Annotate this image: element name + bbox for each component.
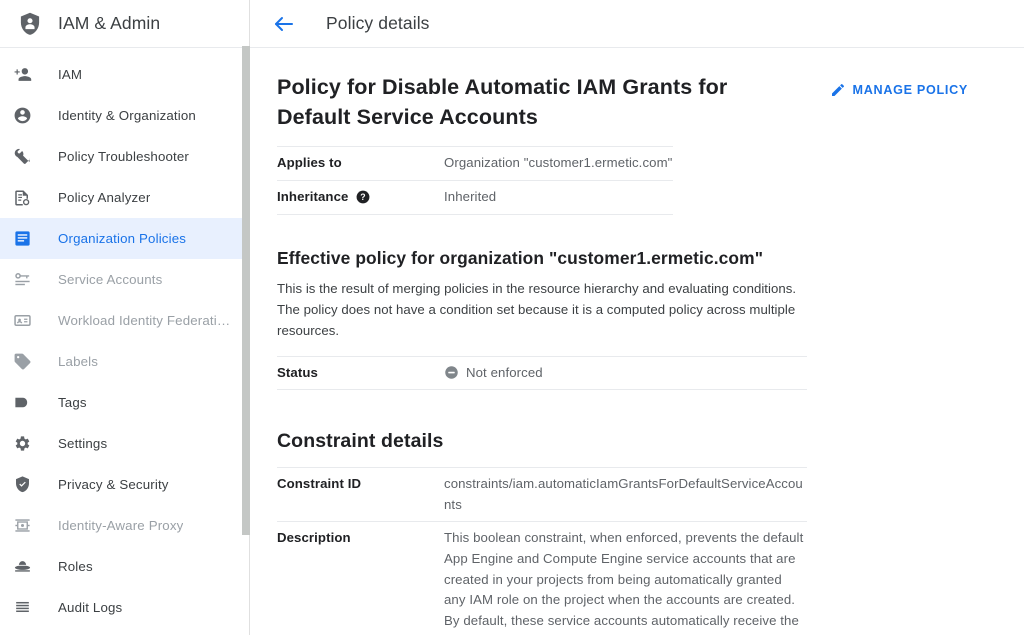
policy-title-row: Policy for Disable Automatic IAM Grants … xyxy=(277,73,1024,132)
row-key: Constraint ID xyxy=(277,476,362,492)
row-key: Inheritance ? xyxy=(277,180,444,214)
sidebar-item-label: Service Accounts xyxy=(58,272,163,287)
sidebar-item-label: Policy Troubleshooter xyxy=(58,149,190,164)
help-circle-icon[interactable]: ? xyxy=(356,190,370,204)
constraint-details-table: Constraint ID constraints/iam.automaticI… xyxy=(277,467,807,635)
document-search-icon xyxy=(13,189,39,207)
sidebar-item-label: Tags xyxy=(58,395,87,410)
app-title: IAM & Admin xyxy=(58,13,161,33)
row-key: Status xyxy=(277,364,318,380)
sidebar-item-workload-identity-federation[interactable]: Workload Identity Federati… xyxy=(0,300,249,341)
content-scroll-area: Policy for Disable Automatic IAM Grants … xyxy=(250,48,1024,635)
sidebar-item-identity-aware-proxy[interactable]: Identity-Aware Proxy xyxy=(0,505,249,546)
sidebar-item-label: Audit Logs xyxy=(58,600,123,615)
sidebar-item-settings[interactable]: Settings xyxy=(0,423,249,464)
sidebar-item-tags[interactable]: Tags xyxy=(0,382,249,423)
row-key: Applies to xyxy=(277,155,342,171)
svg-text:?: ? xyxy=(361,192,366,202)
policy-list-icon xyxy=(13,229,39,248)
sidebar-item-privacy-security[interactable]: Privacy & Security xyxy=(0,464,249,505)
sidebar-item-labels[interactable]: Labels xyxy=(0,341,249,382)
shield-check-icon xyxy=(13,475,39,494)
gear-icon xyxy=(13,434,39,453)
sidebar-item-label: Identity & Organization xyxy=(58,108,196,123)
sidebar-item-identity-organization[interactable]: Identity & Organization xyxy=(0,95,249,136)
effective-policy-description: This is the result of merging policies i… xyxy=(277,280,797,339)
table-row: Applies to Organization "customer1.ermet… xyxy=(277,146,673,181)
sidebar-item-label: Labels xyxy=(58,354,99,369)
shield-person-icon xyxy=(12,11,48,37)
sidebar-item-roles[interactable]: Roles xyxy=(0,546,249,587)
sidebar-item-label: Workload Identity Federati… xyxy=(58,313,231,328)
sidebar-item-label: Policy Analyzer xyxy=(58,190,151,205)
sidebar-item-label: IAM xyxy=(58,67,83,82)
sidebar-item-iam[interactable]: IAM xyxy=(0,54,249,95)
service-account-icon xyxy=(13,270,39,289)
sidebar-nav: IAM Identity & Organization Policy Troub… xyxy=(0,48,249,628)
row-value: Inherited xyxy=(444,188,497,204)
table-row: Inheritance ? Inherited xyxy=(277,180,673,214)
status-badge: Not enforced xyxy=(466,364,543,380)
policy-summary-table: Applies to Organization "customer1.ermet… xyxy=(277,146,673,214)
sidebar-item-organization-policies[interactable]: Organization Policies xyxy=(0,218,249,259)
page-title: Policy details xyxy=(326,13,430,33)
arrow-left-icon[interactable] xyxy=(269,9,299,39)
table-row: Status Not enforced xyxy=(277,356,807,390)
row-value: Organization "customer1.ermetic.com" xyxy=(444,155,673,171)
id-card-icon xyxy=(13,311,39,330)
table-row: Description This boolean constraint, whe… xyxy=(277,521,807,635)
sidebar-item-label: Roles xyxy=(58,559,93,574)
row-key-label: Inheritance xyxy=(277,188,349,204)
manage-policy-button[interactable]: MANAGE POLICY xyxy=(830,82,968,98)
minus-circle-icon xyxy=(444,365,459,380)
row-value: This boolean constraint, when enforced, … xyxy=(444,530,804,635)
sidebar-scrollbar[interactable] xyxy=(242,46,250,535)
table-row: Constraint ID constraints/iam.automaticI… xyxy=(277,467,807,522)
sidebar: IAM & Admin IAM Identity & Organization … xyxy=(0,0,250,635)
effective-policy-title: Effective policy for organization "custo… xyxy=(277,247,764,268)
sidebar-item-policy-analyzer[interactable]: Policy Analyzer xyxy=(0,177,249,218)
sidebar-item-service-accounts[interactable]: Service Accounts xyxy=(0,259,249,300)
constraint-details-title: Constraint details xyxy=(277,430,444,453)
manage-policy-label: MANAGE POLICY xyxy=(852,83,968,97)
main-header: Policy details xyxy=(250,0,1024,48)
sidebar-header: IAM & Admin xyxy=(0,0,249,48)
person-add-icon xyxy=(13,65,39,84)
tag-filled-icon xyxy=(13,393,39,412)
pencil-icon xyxy=(830,82,846,98)
main-panel: Policy details Policy for Disable Automa… xyxy=(250,0,1024,635)
row-value: Not enforced xyxy=(444,356,807,390)
row-value: constraints/iam.automaticIamGrantsForDef… xyxy=(444,476,803,512)
roles-hat-icon xyxy=(13,557,39,576)
sidebar-item-audit-logs[interactable]: Audit Logs xyxy=(0,587,249,628)
row-key: Description xyxy=(277,530,351,546)
label-tag-icon xyxy=(13,352,39,371)
app-root: IAM & Admin IAM Identity & Organization … xyxy=(0,0,1024,635)
account-circle-icon xyxy=(13,106,39,125)
proxy-icon xyxy=(13,516,39,535)
sidebar-item-label: Privacy & Security xyxy=(58,477,169,492)
effective-status-table: Status Not enforced xyxy=(277,356,807,391)
wrench-icon xyxy=(13,147,39,166)
sidebar-item-label: Identity-Aware Proxy xyxy=(58,518,184,533)
policy-title: Policy for Disable Automatic IAM Grants … xyxy=(277,75,728,129)
sidebar-item-label: Settings xyxy=(58,436,108,451)
sidebar-item-policy-troubleshooter[interactable]: Policy Troubleshooter xyxy=(0,136,249,177)
audit-lines-icon xyxy=(13,598,39,617)
sidebar-item-label: Organization Policies xyxy=(58,231,187,246)
